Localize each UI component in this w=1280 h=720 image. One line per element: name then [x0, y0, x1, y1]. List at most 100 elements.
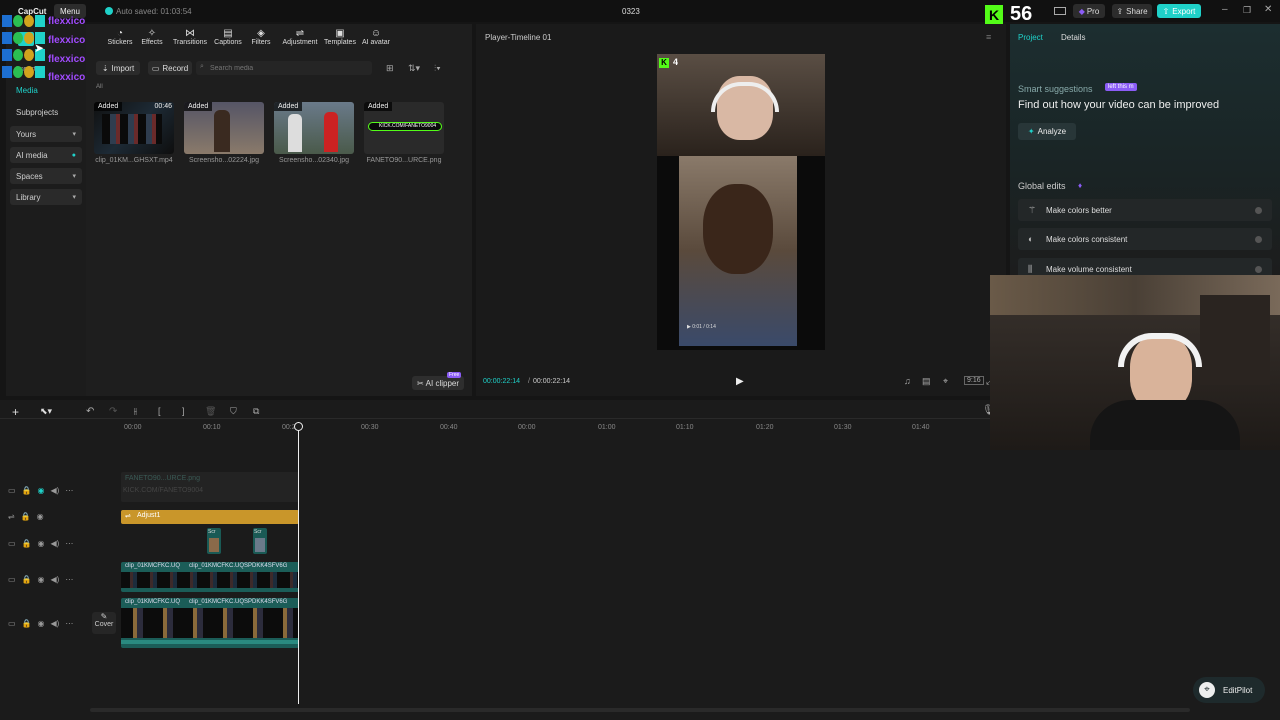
analyze-button[interactable]: ✦ Analyze — [1018, 123, 1076, 140]
undo-icon[interactable]: ↶ — [86, 406, 94, 417]
project-name[interactable]: 0323 — [622, 7, 640, 16]
export-button[interactable]: ⇧ Export — [1157, 4, 1201, 18]
lock-icon[interactable]: 🔒 — [22, 575, 32, 584]
tool-adjustment[interactable]: ⇌ Adjustment — [280, 28, 320, 50]
autosave-status: Auto saved: 01:03:54 — [116, 7, 192, 16]
sidebar-item-spaces[interactable]: Spaces ▾ — [10, 168, 82, 184]
sort-icon[interactable]: ⇅▾ — [408, 63, 420, 74]
text-track-clip[interactable]: FANETO90...URCE.png KICK.COM/FANETO9004 — [121, 472, 299, 502]
track-controls: ▭ 🔒 ◉ ◀) ⋯ — [8, 575, 88, 584]
eye-icon[interactable]: ◉ — [38, 619, 45, 628]
ratio-button[interactable]: 9:16 — [964, 376, 984, 385]
shield-icon[interactable]: ⛉ — [230, 406, 237, 417]
volume-eq-icon: ⫼ — [1028, 263, 1033, 274]
tool-templates[interactable]: ▣ Templates — [322, 28, 358, 50]
quality-icon[interactable]: ▤ — [922, 376, 931, 387]
lock-icon[interactable]: 🔒 — [22, 539, 32, 548]
menu-icon[interactable]: ≡ — [986, 32, 991, 42]
media-tab-label[interactable]: Media — [16, 86, 38, 95]
tool-ai-avatar[interactable]: ☺ AI avatar — [358, 28, 394, 50]
media-item[interactable]: Added — [184, 102, 264, 154]
grid-view-icon[interactable]: ⊞ — [386, 63, 394, 74]
sidebar-item-subprojects[interactable]: Subprojects — [10, 104, 82, 120]
cover-button[interactable]: ✎ Cover — [92, 612, 116, 634]
sidebar-item-yours[interactable]: Yours ▾ — [10, 126, 82, 142]
fullscreen-crop-icon[interactable]: ⌖ — [943, 376, 948, 387]
tab-project[interactable]: Project — [1018, 33, 1043, 42]
media-panel: ◔ Stickers ✧ Effects ⋈ Transitions ▤ Caption… — [86, 24, 472, 396]
more-icon[interactable]: ⋯ — [65, 575, 73, 584]
search-field[interactable]: ⌕ — [196, 61, 372, 75]
eye-icon[interactable]: ◉ — [37, 512, 44, 521]
record-button[interactable]: ▭ Record — [148, 61, 192, 75]
edit-icon: ✎ — [100, 612, 108, 621]
split-icon[interactable]: ⫲ — [134, 406, 137, 417]
global-edit-item[interactable]: ⚚ Make colors better — [1018, 199, 1272, 221]
add-icon[interactable]: + — [12, 405, 19, 419]
track-controls: ▭ 🔒 ◉ ◀) ⋯ — [8, 619, 88, 628]
media-item[interactable]: Added — [274, 102, 354, 154]
search-input[interactable] — [208, 62, 366, 74]
tool-stickers[interactable]: ◔ Stickers — [102, 28, 138, 50]
video-preview[interactable]: K 4 ▶ 0:01 / 0:14 — [657, 54, 825, 350]
toggle-switch[interactable] — [1255, 206, 1262, 214]
trim-right-icon[interactable]: ] — [182, 406, 185, 416]
playhead-handle[interactable] — [294, 422, 303, 431]
trim-left-icon[interactable]: [ — [158, 406, 161, 416]
global-edit-item[interactable]: ◐ Make colors consistent — [1018, 228, 1272, 250]
audio-icon[interactable]: ◀) — [51, 486, 60, 495]
sidebar-item-label: AI media — [16, 150, 48, 160]
editpilot-button[interactable]: ⌖ EditPilot — [1193, 677, 1265, 703]
lock-icon[interactable]: 🔒 — [22, 486, 32, 495]
sidebar-item-ai-media[interactable]: AI media ● — [10, 147, 82, 163]
playhead[interactable] — [298, 422, 299, 704]
minimize-icon[interactable]: – — [1222, 4, 1228, 15]
filter-icon[interactable]: ⫶▾ — [434, 63, 441, 74]
timeline-scrollbar[interactable] — [90, 708, 1190, 712]
close-icon[interactable]: ✕ — [1264, 4, 1272, 15]
eye-icon[interactable]: ◉ — [38, 575, 45, 584]
lock-icon[interactable]: 🔒 — [21, 512, 31, 521]
toggle-switch[interactable] — [1255, 265, 1262, 273]
sidebar-item-library[interactable]: Library ▾ — [10, 189, 82, 205]
tab-all[interactable]: All — [96, 84, 103, 90]
image-clip[interactable]: Scr — [253, 528, 267, 554]
play-icon[interactable]: ▶ — [736, 376, 744, 387]
pro-button[interactable]: ◆ Pro — [1073, 4, 1105, 18]
transform-icon[interactable]: ⧉ — [253, 406, 259, 417]
media-item[interactable]: KICK.COM/FANETO9004 Added — [364, 102, 444, 154]
more-icon[interactable]: ⋯ — [65, 539, 73, 548]
tool-label: Transitions — [173, 39, 207, 46]
redo-icon[interactable]: ↷ — [109, 406, 117, 417]
video-clip-track[interactable]: clip_01KMCFKC.UQ clip_01KMCFKC.UQSPDKK4S… — [121, 562, 299, 592]
video-clip-track[interactable]: clip_01KMCFKC.UQ clip_01KMCFKC.UQSPDKK4S… — [121, 598, 299, 648]
delete-icon[interactable]: 🗑 — [205, 406, 216, 417]
ruler-tick: 01:20 — [756, 424, 774, 431]
eye-icon[interactable]: ◉ — [38, 539, 45, 548]
image-clip[interactable]: Scr — [207, 528, 221, 554]
tool-effects[interactable]: ✧ Effects — [134, 28, 170, 50]
audio-icon[interactable]: ◀) — [51, 575, 60, 584]
lock-icon[interactable]: 🔒 — [22, 619, 32, 628]
audio-icon[interactable]: ◀) — [51, 619, 60, 628]
kick-logo-icon: K — [985, 5, 1003, 25]
audio-icon[interactable]: ♫ — [904, 376, 911, 386]
ai-clipper-button[interactable]: ✂ AI clipper — [412, 376, 464, 390]
tool-transitions[interactable]: ⋈ Transitions — [172, 28, 208, 50]
tab-details[interactable]: Details — [1061, 33, 1085, 42]
layout-icon[interactable] — [1054, 7, 1066, 15]
more-icon[interactable]: ⋯ — [65, 486, 73, 495]
tool-filters[interactable]: ◈ Filters — [243, 28, 279, 50]
tool-captions[interactable]: ▤ Captions — [210, 28, 246, 50]
adjustment-clip[interactable]: ⇌ Adjust1 — [121, 510, 299, 524]
more-icon[interactable]: ⋯ — [65, 619, 73, 628]
select-tool-icon[interactable]: ⬉▾ — [40, 406, 52, 417]
eye-icon[interactable]: ◉ — [38, 486, 45, 495]
share-button[interactable]: ⇪ Share — [1112, 4, 1152, 18]
toggle-switch[interactable] — [1255, 235, 1262, 243]
media-item[interactable]: Added 00:46 — [94, 102, 174, 154]
restore-icon[interactable]: ❐ — [1243, 5, 1251, 16]
import-button[interactable]: ⇣ Import — [96, 61, 140, 75]
audio-icon[interactable]: ◀) — [51, 539, 60, 548]
badge-icon — [13, 66, 23, 78]
